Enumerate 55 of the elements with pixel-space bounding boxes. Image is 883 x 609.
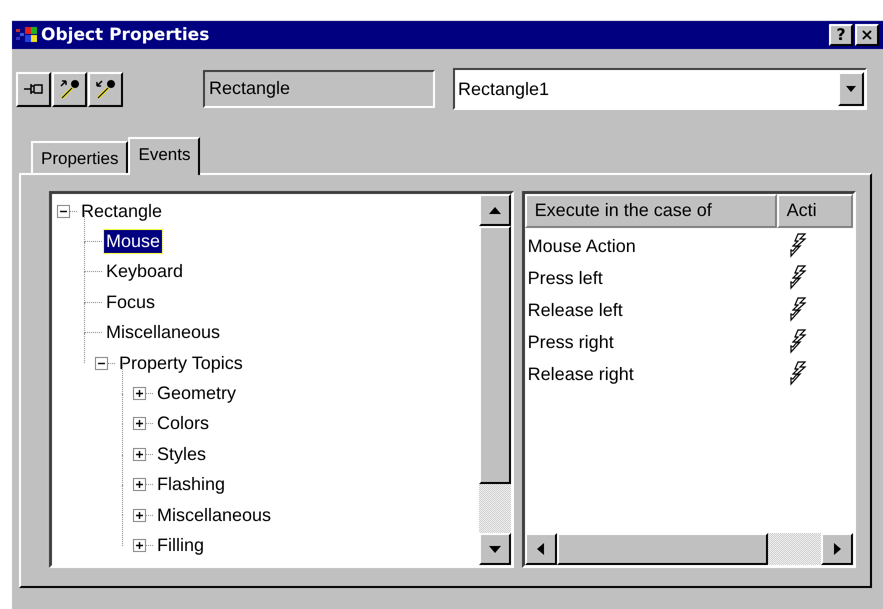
- tree-item[interactable]: Geometry: [155, 382, 238, 406]
- expand-icon[interactable]: [133, 508, 146, 522]
- close-button[interactable]: ×: [855, 24, 879, 46]
- expand-icon[interactable]: [133, 387, 146, 400]
- up-arrow-icon: [488, 206, 501, 214]
- expand-icon[interactable]: [133, 478, 146, 492]
- tree-item[interactable]: Filling: [155, 534, 206, 557]
- event-name[interactable]: Mouse Action: [524, 236, 786, 256]
- app-icon: [16, 26, 38, 44]
- event-name[interactable]: Press right: [524, 332, 786, 352]
- pipette-button[interactable]: [52, 72, 87, 106]
- collapse-icon[interactable]: [95, 356, 108, 370]
- expand-icon[interactable]: [133, 538, 146, 552]
- column-header[interactable]: Acti: [776, 194, 853, 228]
- scroll-down-button[interactable]: [478, 533, 511, 565]
- left-arrow-icon: [537, 543, 544, 555]
- tree-item[interactable]: Property Topics: [117, 352, 245, 375]
- tree-item[interactable]: Styles: [155, 442, 208, 466]
- tab[interactable]: Properties: [31, 141, 128, 173]
- column-header[interactable]: Execute in the case of: [524, 194, 777, 228]
- scroll-thumb[interactable]: [556, 533, 768, 565]
- object-type-field: Rectangle: [203, 70, 435, 108]
- tree-item[interactable]: Mouse: [104, 230, 162, 254]
- tree-item[interactable]: Miscellaneous: [104, 321, 222, 344]
- tree-item[interactable]: Miscellaneous: [155, 504, 274, 527]
- dropdown-button[interactable]: [838, 72, 864, 106]
- scroll-thumb[interactable]: [478, 226, 511, 484]
- expand-icon[interactable]: [133, 448, 146, 461]
- pipette-button[interactable]: [88, 72, 123, 106]
- pin-button[interactable]: [16, 72, 51, 106]
- caret-icon: [846, 86, 856, 92]
- horizontal-scrollbar[interactable]: [524, 533, 853, 565]
- tree-item[interactable]: Colors: [155, 412, 212, 436]
- scroll-up-button[interactable]: [478, 194, 511, 226]
- help-button[interactable]: ?: [829, 24, 853, 46]
- object-name-dropdown[interactable]: Rectangle1: [453, 68, 867, 110]
- pipette-icon: [58, 77, 82, 101]
- event-name[interactable]: Release left: [524, 300, 786, 320]
- collapse-icon[interactable]: [57, 204, 70, 218]
- scroll-right-button[interactable]: [821, 533, 853, 565]
- tree-item[interactable]: Flashing: [155, 473, 228, 496]
- event-name[interactable]: Release right: [524, 364, 786, 384]
- expand-icon[interactable]: [133, 417, 146, 430]
- window-title: Object Properties: [41, 25, 210, 45]
- tree-item[interactable]: Rectangle: [79, 200, 164, 223]
- pin-icon: [22, 81, 44, 97]
- down-arrow-icon: [488, 546, 501, 552]
- scroll-left-button[interactable]: [524, 533, 557, 565]
- tree-item[interactable]: Keyboard: [104, 260, 186, 284]
- tree-item[interactable]: Focus: [104, 290, 158, 314]
- vertical-scrollbar[interactable]: [478, 194, 511, 565]
- pipette-icon: [94, 77, 118, 101]
- event-name[interactable]: Press left: [524, 268, 786, 288]
- right-arrow-icon: [834, 543, 840, 555]
- tab[interactable]: Events: [128, 137, 200, 175]
